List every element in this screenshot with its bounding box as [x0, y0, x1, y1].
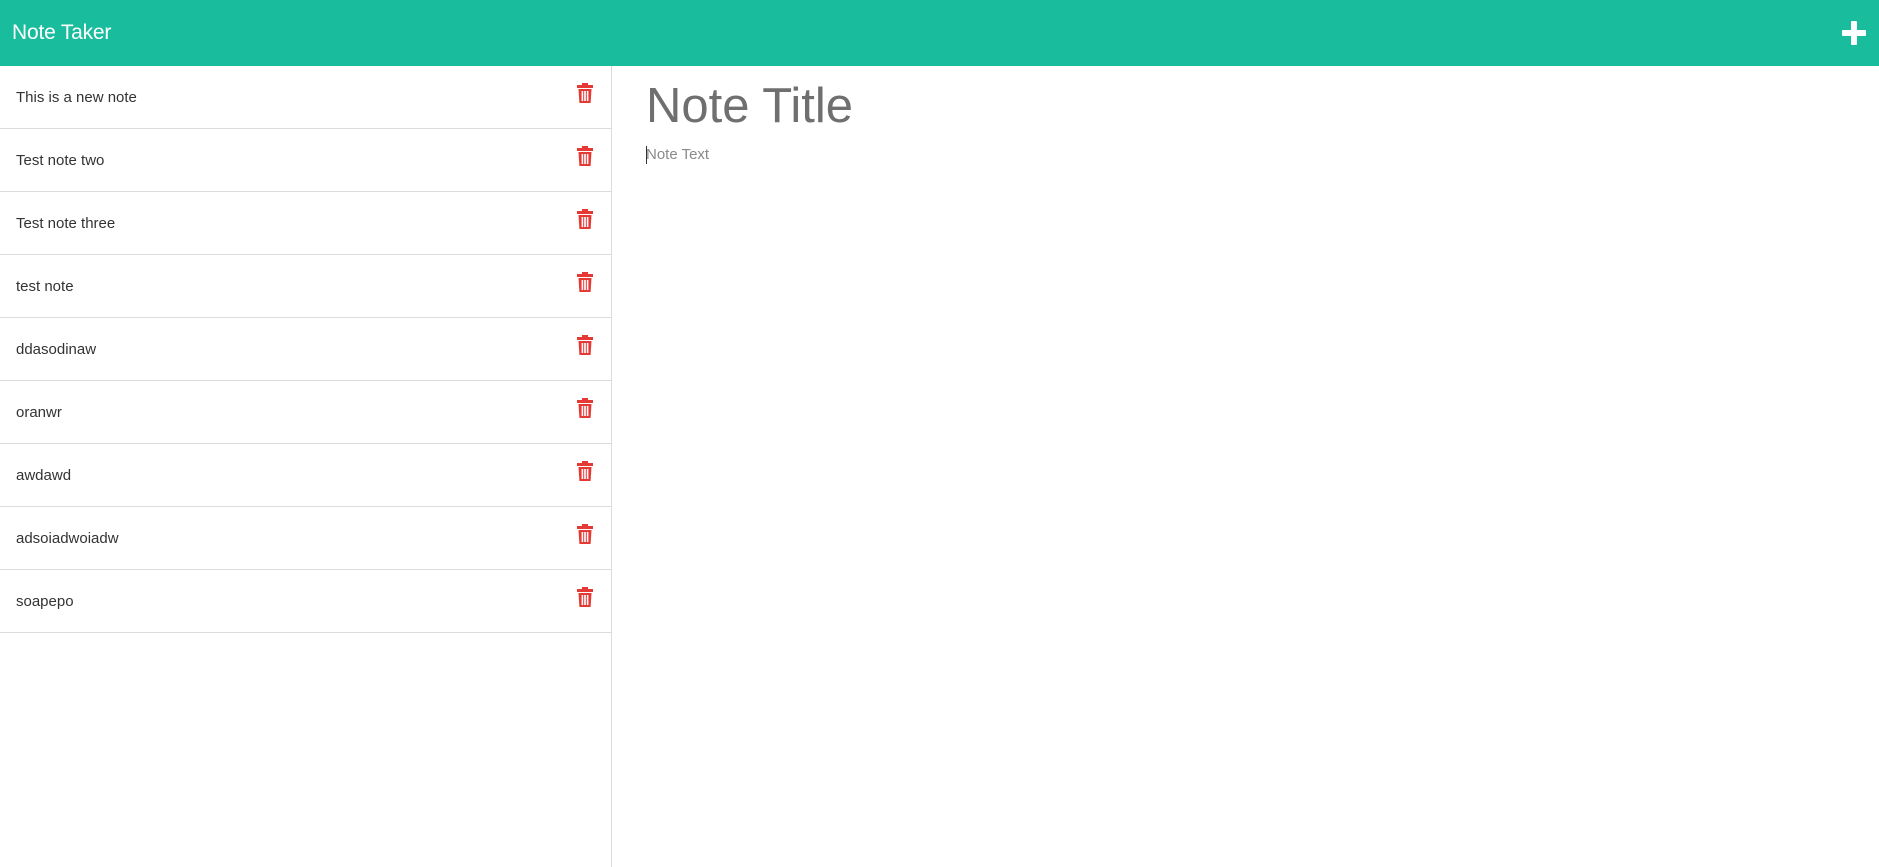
note-text-wrapper — [646, 146, 1879, 746]
note-item-title: Test note three — [16, 214, 116, 232]
note-item-title: adsoiadwoiadw — [16, 529, 119, 547]
delete-note-button[interactable] — [577, 335, 593, 355]
trash-icon — [577, 461, 593, 481]
delete-note-button[interactable] — [577, 83, 593, 103]
trash-icon — [577, 335, 593, 355]
list-item[interactable]: oranwr — [0, 381, 611, 444]
delete-note-button[interactable] — [577, 587, 593, 607]
note-editor — [612, 66, 1879, 867]
delete-note-button[interactable] — [577, 461, 593, 481]
note-list-sidebar: This is a new note Test note two Test no… — [0, 66, 612, 867]
delete-note-button[interactable] — [577, 398, 593, 418]
list-item[interactable]: test note — [0, 255, 611, 318]
trash-icon — [577, 272, 593, 292]
list-item[interactable]: Test note three — [0, 192, 611, 255]
note-item-title: oranwr — [16, 403, 62, 421]
new-note-button[interactable] — [1841, 20, 1867, 46]
trash-icon — [577, 83, 593, 103]
trash-icon — [577, 398, 593, 418]
delete-note-button[interactable] — [577, 272, 593, 292]
list-item[interactable]: Test note two — [0, 129, 611, 192]
note-title-input[interactable] — [646, 76, 1746, 136]
note-item-title: test note — [16, 277, 74, 295]
note-item-title: soapepo — [16, 592, 74, 610]
trash-icon — [577, 209, 593, 229]
list-item[interactable]: ddasodinaw — [0, 318, 611, 381]
trash-icon — [577, 587, 593, 607]
app-brand[interactable]: Note Taker — [12, 21, 111, 45]
note-text-input[interactable] — [646, 146, 1746, 746]
note-item-title: awdawd — [16, 466, 72, 484]
list-item[interactable]: This is a new note — [0, 66, 611, 129]
list-item[interactable]: adsoiadwoiadw — [0, 507, 611, 570]
delete-note-button[interactable] — [577, 209, 593, 229]
list-item[interactable]: awdawd — [0, 444, 611, 507]
trash-icon — [577, 524, 593, 544]
navbar: Note Taker — [0, 0, 1879, 66]
delete-note-button[interactable] — [577, 146, 593, 166]
note-item-title: ddasodinaw — [16, 340, 97, 358]
text-cursor — [646, 146, 647, 164]
trash-icon — [577, 146, 593, 166]
list-item[interactable]: soapepo — [0, 570, 611, 633]
note-item-title: This is a new note — [16, 88, 137, 106]
note-item-title: Test note two — [16, 151, 105, 169]
note-list: This is a new note Test note two Test no… — [0, 66, 611, 633]
delete-note-button[interactable] — [577, 524, 593, 544]
